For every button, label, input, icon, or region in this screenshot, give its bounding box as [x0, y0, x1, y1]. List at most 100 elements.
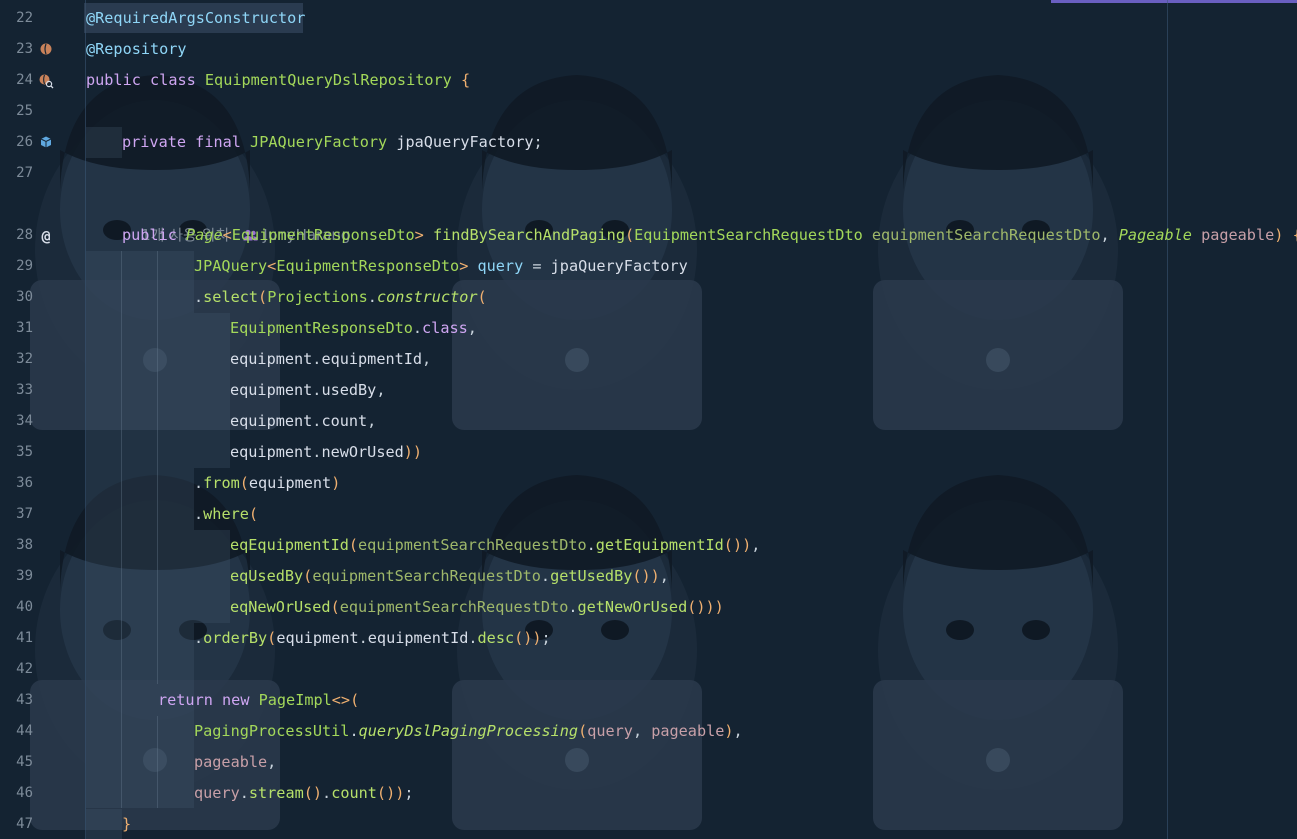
- at-sign-icon[interactable]: @: [38, 228, 54, 244]
- line-number[interactable]: 27: [0, 158, 33, 189]
- code-line[interactable]: private final JPAQueryFactory jpaQueryFa…: [122, 127, 543, 158]
- code-line[interactable]: @Repository: [86, 34, 187, 65]
- code-vision-hint[interactable]: 1개 사용 위치 JunyHarang: [122, 189, 350, 244]
- code-line[interactable]: eqNewOrUsed(equipmentSearchRequestDto.ge…: [230, 592, 724, 623]
- code-token: query: [477, 257, 524, 275]
- code-token: =: [523, 257, 551, 275]
- line-number[interactable]: 30: [0, 282, 33, 313]
- line-number[interactable]: 31: [0, 313, 33, 344]
- code-token: count: [321, 412, 368, 430]
- code-line[interactable]: }: [122, 809, 131, 839]
- line-number[interactable]: 33: [0, 375, 33, 406]
- line-number[interactable]: 29: [0, 251, 33, 282]
- line-number[interactable]: 28: [0, 220, 33, 251]
- code-token: Projections: [267, 288, 368, 306]
- line-number[interactable]: 23: [0, 34, 33, 65]
- code-line[interactable]: equipment.newOrUsed)): [230, 437, 422, 468]
- line-number[interactable]: 22: [0, 3, 33, 34]
- code-token: equipment: [276, 629, 359, 647]
- code-token: )): [403, 443, 423, 461]
- line-number[interactable]: 37: [0, 499, 33, 530]
- code-token: Page: [186, 226, 223, 244]
- code-token: class: [150, 71, 196, 89]
- code-token: pageable: [651, 722, 725, 740]
- code-token: (: [239, 474, 249, 492]
- line-number[interactable]: 32: [0, 344, 33, 375]
- code-token: @RequiredArgsConstructor: [86, 9, 306, 27]
- code-token: ()): [376, 784, 405, 802]
- code-line[interactable]: .where(: [194, 499, 258, 530]
- line-number[interactable]: 47: [0, 809, 33, 839]
- code-editor[interactable]: 22 23 24 25 26 27 28 29 30 31 32 33 34 35 36 37 38 39 40 41…: [0, 0, 1297, 839]
- code-token: ,: [659, 567, 669, 585]
- code-line[interactable]: public class EquipmentQueryDslRepository…: [86, 65, 470, 96]
- line-number[interactable]: 26: [0, 127, 33, 158]
- code-token: new: [222, 691, 250, 709]
- code-token: @Repository: [86, 40, 187, 58]
- code-token: ,: [751, 536, 761, 554]
- code-token: .: [540, 567, 551, 585]
- line-number[interactable]: 45: [0, 747, 33, 778]
- code-token: .: [194, 474, 204, 492]
- line-number[interactable]: 42: [0, 654, 33, 685]
- code-token: (: [303, 567, 313, 585]
- indent-shade: [194, 530, 230, 623]
- code-token: EquipmentQueryDslRepository: [204, 71, 452, 89]
- code-token: constructor: [376, 288, 478, 306]
- line-number[interactable]: 34: [0, 406, 33, 437]
- line-number[interactable]: 46: [0, 778, 33, 809]
- code-line[interactable]: EquipmentResponseDto.class,: [230, 313, 477, 344]
- code-token: EquipmentSearchRequestDto: [634, 226, 863, 244]
- injection-icon[interactable]: [38, 135, 54, 151]
- line-number[interactable]: 25: [0, 96, 33, 127]
- code-line[interactable]: equipment.equipmentId,: [230, 344, 431, 375]
- code-line[interactable]: .orderBy(equipment.equipmentId.desc());: [194, 623, 551, 654]
- bean-search-icon[interactable]: [38, 73, 54, 89]
- code-token: ,: [467, 319, 477, 337]
- code-line[interactable]: .select(Projections.constructor(: [194, 282, 487, 313]
- line-number[interactable]: 36: [0, 468, 33, 499]
- line-number[interactable]: 43: [0, 685, 33, 716]
- code-token: (: [258, 288, 268, 306]
- code-token: ()): [514, 629, 542, 647]
- code-token: pageable: [1201, 226, 1275, 244]
- code-line[interactable]: @RequiredArgsConstructor: [86, 3, 305, 34]
- code-token: >: [459, 257, 469, 275]
- code-line[interactable]: equipment.usedBy,: [230, 375, 385, 406]
- code-line[interactable]: .from(equipment): [194, 468, 340, 499]
- line-number[interactable]: 24: [0, 65, 33, 96]
- indent-shade: [86, 809, 122, 839]
- code-token: (): [303, 784, 323, 802]
- line-number[interactable]: 41: [0, 623, 33, 654]
- code-token: .: [367, 288, 377, 306]
- bean-icon[interactable]: [38, 42, 54, 58]
- code-line[interactable]: return new PageImpl<>(: [158, 685, 359, 716]
- code-line[interactable]: JPAQuery<EquipmentResponseDto> query = j…: [194, 251, 688, 282]
- code-line[interactable]: query.stream().count());: [194, 778, 414, 809]
- code-line[interactable]: eqUsedBy(equipmentSearchRequestDto.getUs…: [230, 561, 669, 592]
- code-token: PagingProcessUtil: [194, 722, 350, 740]
- line-number[interactable]: 44: [0, 716, 33, 747]
- line-number[interactable]: 40: [0, 592, 33, 623]
- line-number[interactable]: 38: [0, 530, 33, 561]
- code-token: .: [322, 784, 332, 802]
- code-token: ,: [1100, 226, 1119, 244]
- code-token: public: [86, 71, 141, 89]
- line-number[interactable]: 39: [0, 561, 33, 592]
- code-line[interactable]: equipment.count,: [230, 406, 376, 437]
- line-number[interactable]: 35: [0, 437, 33, 468]
- code-token: pageable: [194, 753, 268, 771]
- code-line[interactable]: pageable,: [194, 747, 276, 778]
- code-line[interactable]: eqEquipmentId(equipmentSearchRequestDto.…: [230, 530, 760, 561]
- code-token: ()): [723, 536, 752, 554]
- code-token: equipmentSearchRequestDto: [312, 567, 541, 585]
- code-line[interactable]: PagingProcessUtil.queryDslPagingProcessi…: [194, 716, 743, 747]
- code-token: equipmentId: [367, 629, 469, 647]
- code-token: {: [1293, 226, 1297, 244]
- code-token: desc: [477, 629, 515, 647]
- code-token: getNewOrUsed: [577, 598, 688, 616]
- code-line[interactable]: public Page<EquipmentResponseDto> findBy…: [122, 220, 1297, 251]
